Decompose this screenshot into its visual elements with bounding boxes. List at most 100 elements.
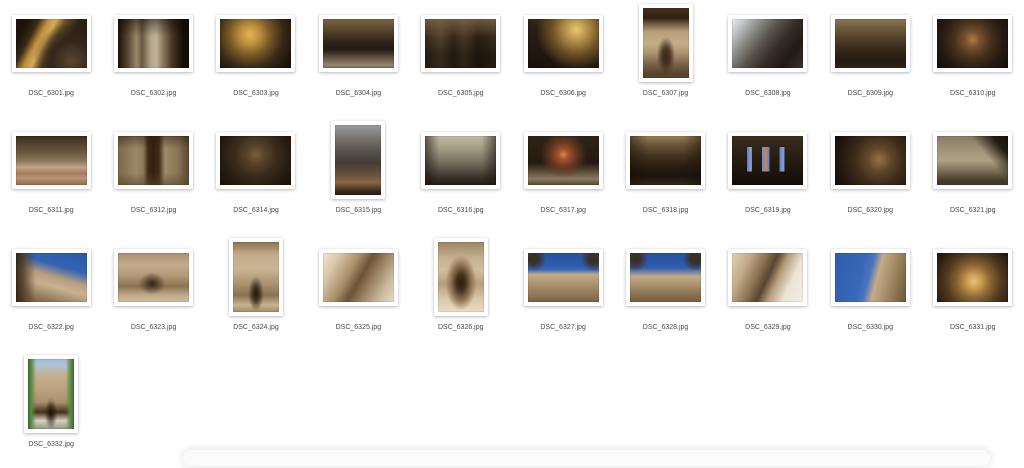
photo-item: DSC_6328.jpg — [614, 234, 716, 351]
thumbnail-zone — [24, 351, 79, 437]
thumbnail-zone — [228, 234, 283, 320]
photo-filename: DSC_6303.jpg — [233, 90, 279, 97]
photo-thumbnail[interactable] — [433, 238, 488, 316]
photo-image — [232, 242, 279, 312]
photo-filename: DSC_6320.jpg — [847, 207, 894, 214]
thumbnail-zone — [216, 117, 296, 203]
bottom-window-edge — [183, 450, 990, 466]
photo-thumbnail[interactable] — [11, 131, 91, 189]
photo-filename: DSC_6325.jpg — [335, 324, 382, 331]
photo-item: DSC_6301.jpg — [0, 0, 102, 117]
photo-image — [732, 252, 804, 302]
photo-filename: DSC_6302.jpg — [130, 90, 177, 97]
thumbnail-zone — [433, 234, 488, 320]
thumbnail-zone — [114, 234, 194, 320]
photo-thumbnail[interactable] — [728, 14, 808, 72]
photo-thumbnail[interactable] — [523, 131, 603, 189]
photo-thumbnail[interactable] — [331, 121, 386, 199]
photo-image — [118, 135, 190, 185]
photo-thumbnail[interactable] — [318, 14, 398, 72]
photo-thumbnail[interactable] — [11, 248, 91, 306]
photo-thumbnail[interactable] — [638, 4, 693, 82]
photo-filename: DSC_6307.jpg — [642, 90, 689, 97]
photo-thumbnail[interactable] — [216, 131, 296, 189]
photo-item: DSC_6321.jpg — [922, 117, 1024, 234]
photo-filename: DSC_6310.jpg — [949, 90, 996, 97]
photo-image — [118, 18, 190, 68]
photo-item: DSC_6316.jpg — [410, 117, 512, 234]
photo-thumbnail[interactable] — [830, 14, 910, 72]
photo-thumbnail[interactable] — [114, 248, 194, 306]
photo-item: DSC_6331.jpg — [922, 234, 1024, 351]
photo-filename: DSC_6312.jpg — [130, 207, 177, 214]
photo-filename: DSC_6317.jpg — [540, 207, 586, 214]
photo-thumbnail[interactable] — [523, 248, 603, 306]
photo-thumbnail[interactable] — [421, 14, 501, 72]
photo-filename: DSC_6306.jpg — [540, 90, 586, 97]
photo-thumbnail[interactable] — [523, 14, 603, 72]
photo-item: DSC_6315.jpg — [307, 117, 409, 234]
photo-thumbnail[interactable] — [728, 131, 808, 189]
thumbnail-zone — [421, 0, 501, 86]
photo-filename: DSC_6322.jpg — [28, 324, 74, 331]
photo-item: DSC_6307.jpg — [614, 0, 716, 117]
photo-thumbnail[interactable] — [11, 14, 91, 72]
photo-thumbnail[interactable] — [228, 238, 283, 316]
photo-item: DSC_6306.jpg — [512, 0, 614, 117]
photo-item: DSC_6312.jpg — [102, 117, 204, 234]
photo-image — [630, 252, 702, 302]
photo-thumbnail[interactable] — [216, 14, 296, 72]
photo-thumbnail[interactable] — [114, 14, 194, 72]
photo-thumbnail[interactable] — [421, 131, 501, 189]
photo-image — [937, 135, 1009, 185]
photo-filename: DSC_6326.jpg — [437, 324, 484, 331]
photo-thumbnail[interactable] — [318, 248, 398, 306]
photo-item: DSC_6314.jpg — [205, 117, 307, 234]
photo-thumbnail[interactable] — [830, 131, 910, 189]
photo-thumbnail[interactable] — [830, 248, 910, 306]
thumbnail-zone — [728, 0, 808, 86]
photo-filename: DSC_6308.jpg — [745, 90, 791, 97]
thumbnail-zone — [933, 0, 1013, 86]
thumbnail-zone — [523, 234, 603, 320]
photo-item: DSC_6302.jpg — [102, 0, 204, 117]
photo-image — [834, 252, 906, 302]
thumbnail-zone — [114, 117, 194, 203]
photo-image — [437, 242, 484, 312]
photo-thumbnail[interactable] — [933, 248, 1013, 306]
thumbnail-zone — [830, 0, 910, 86]
photo-image — [732, 135, 804, 185]
photo-image — [527, 135, 599, 185]
photo-image — [425, 135, 497, 185]
photo-image — [630, 135, 702, 185]
photo-thumbnail[interactable] — [728, 248, 808, 306]
photo-thumbnail[interactable] — [626, 248, 706, 306]
photo-filename: DSC_6315.jpg — [335, 207, 382, 214]
photo-image — [834, 135, 906, 185]
photo-thumbnail[interactable] — [933, 14, 1013, 72]
photo-item: DSC_6329.jpg — [717, 234, 819, 351]
photo-thumbnail[interactable] — [114, 131, 194, 189]
photo-image — [937, 18, 1009, 68]
thumbnail-zone — [331, 117, 386, 203]
thumbnail-zone — [728, 117, 808, 203]
thumbnail-zone — [728, 234, 808, 320]
photo-filename: DSC_6327.jpg — [540, 324, 586, 331]
photo-item: DSC_6303.jpg — [205, 0, 307, 117]
photo-image — [28, 359, 75, 429]
photo-filename: DSC_6319.jpg — [745, 207, 791, 214]
thumbnail-zone — [830, 117, 910, 203]
photo-image — [834, 18, 906, 68]
photo-filename: DSC_6331.jpg — [949, 324, 996, 331]
thumbnail-zone — [933, 234, 1013, 320]
thumbnail-zone — [216, 0, 296, 86]
photo-grid: DSC_6301.jpg DSC_6302.jpg DSC_6303.jpg D… — [0, 0, 1024, 468]
photo-thumbnail[interactable] — [626, 131, 706, 189]
thumbnail-zone — [523, 117, 603, 203]
photo-thumbnail[interactable] — [24, 355, 79, 433]
thumbnail-zone — [933, 117, 1013, 203]
photo-filename: DSC_6329.jpg — [745, 324, 791, 331]
photo-thumbnail[interactable] — [933, 131, 1013, 189]
thumbnail-zone — [626, 117, 706, 203]
thumbnail-zone — [318, 0, 398, 86]
